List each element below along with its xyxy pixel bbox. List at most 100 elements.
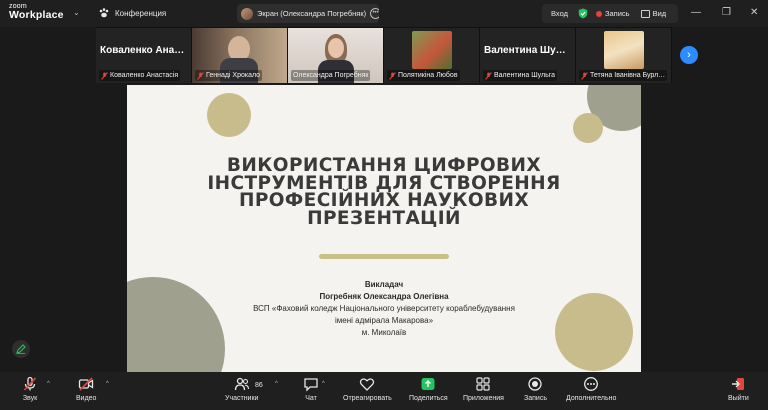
slide-title-line: ВИКОРИСТАННЯ ЦИФРОВИХ [226,155,542,176]
shared-slide: ВИКОРИСТАННЯ ЦИФРОВИХ ІНСТРУМЕНТІВ ДЛЯ С… [127,85,641,373]
mic-off-icon [101,71,108,80]
paw-icon [99,8,109,18]
chat-button[interactable]: Чат [303,376,319,402]
participant-strip: Коваленко Ана… Коваленко Анастасія Генна… [96,27,672,83]
close-icon[interactable]: ✕ [750,6,758,20]
participant-label: Олександра Погребняк [291,70,371,81]
participant-photo [603,31,644,69]
leave-icon [732,378,745,390]
participant-tile[interactable]: Валентина Шу… Валентина Шульга [480,28,575,83]
participants-button[interactable]: Участники [225,376,258,402]
audio-label: Звук [22,395,38,402]
participant-label: Полятикіна Любов [387,70,460,81]
share-label: Поделиться [409,395,448,402]
pencil-icon [16,344,26,354]
more-icon [584,377,599,391]
chevron-up-icon[interactable]: ^ [275,381,278,387]
video-button[interactable]: Видео [76,376,96,402]
chevron-down-icon[interactable]: ⌄ [73,8,80,17]
react-label: Отреагировать [343,395,392,402]
slide-accent-bar [319,254,449,259]
slide-author: Погребняк Олександра Олегівна [319,292,449,301]
apps-icon [476,377,491,391]
record-label: Запись [524,395,547,402]
chat-label: Чат [305,395,317,402]
share-stage: ВИКОРИСТАННЯ ЦИФРОВИХ ІНСТРУМЕНТІВ ДЛЯ С… [0,83,768,373]
participant-label: Тетяна Іванівна Бурл… [579,70,668,81]
restore-icon[interactable]: ❐ [722,6,731,20]
top-controls: Вход Запись Вид [542,4,678,23]
participant-label-text: Полятикіна Любов [398,72,458,79]
annotate-button[interactable] [12,340,30,358]
title-bar: zoom Workplace ⌄ Конференция Экран (Олек… [0,0,768,27]
mic-off-icon [485,71,492,80]
participant-label-text: Коваленко Анастасія [110,72,179,79]
more-button[interactable]: Дополнительно [566,376,616,402]
mic-off-icon [23,376,37,391]
view-label: Вид [652,9,667,18]
next-page-button[interactable]: › [680,46,698,64]
participant-name-large: Валентина Шу… [484,45,566,56]
participant-tile[interactable]: Полятикіна Любов [384,28,479,83]
share-arrow-icon [421,378,435,390]
share-banner[interactable]: Экран (Олександра Погребняк) ••• [237,4,379,23]
zoom-logo[interactable]: zoom Workplace [9,3,64,21]
leave-label: Выйти [728,395,749,402]
participant-label: Геннаді Хрокало [195,70,263,81]
slide-title: ВИКОРИСТАННЯ ЦИФРОВИХ ІНСТРУМЕНТІВ ДЛЯ С… [167,157,601,227]
participant-label: Коваленко Анастасія [99,70,181,81]
more-label: Дополнительно [566,395,617,402]
slide-title-line: ПРЕЗЕНТАЦІЙ [307,207,461,229]
avatar [241,7,253,20]
react-button[interactable]: Отреагировать [343,376,392,402]
record-dot-icon [595,10,602,17]
heart-icon [360,378,375,391]
participant-label-text: Олександра Погребняк [293,72,369,79]
slide-institution: ВСП «Фаховий коледж Національного універ… [253,304,515,313]
mic-off-icon [197,71,204,80]
slide-credits: Викладач Погребняк Олександра Олегівна В… [187,279,581,339]
decor-circle [573,113,603,143]
video-label: Видео [76,395,97,402]
grid-icon [640,9,650,18]
meeting-info-button[interactable]: Конференция [98,7,166,19]
record-icon [528,377,543,391]
meeting-label: Конференция [115,8,167,18]
meeting-toolbar: Звук ^ Видео ^ Участники 86 ^ Чат ^ Отре… [0,372,768,410]
slide-institution: імені адмірала Макарова» [334,316,434,325]
decor-circle [207,93,251,137]
mic-off-icon [389,71,396,80]
mic-off-icon [581,71,588,80]
participant-tile-active[interactable]: Олександра Погребняк [288,28,383,83]
minimize-icon[interactable]: — [691,6,701,20]
participant-name-large: Коваленко Ана… [100,45,185,56]
leave-button[interactable]: Выйти [728,376,749,402]
more-icon[interactable]: ••• [370,8,379,19]
slide-city: м. Миколаїв [361,328,407,337]
chevron-up-icon[interactable]: ^ [322,381,325,387]
enter-button[interactable]: Вход [551,9,568,18]
chevron-up-icon[interactable]: ^ [106,381,109,387]
participant-photo [411,31,452,69]
participant-tile[interactable]: Коваленко Ана… Коваленко Анастасія [96,28,191,83]
audio-button[interactable]: Звук [22,376,38,402]
view-button[interactable]: Вид [640,9,667,18]
chevron-up-icon[interactable]: ^ [47,381,50,387]
record-indicator[interactable]: Запись [595,9,630,18]
people-icon [234,377,249,391]
share-banner-label: Экран (Олександра Погребняк) [257,9,367,18]
share-button[interactable]: Поделиться [409,376,448,402]
participants-label: Участники [225,395,259,402]
person-face [328,38,344,58]
participant-label-text: Тетяна Іванівна Бурл… [590,72,666,79]
brand-large: Workplace [9,9,64,21]
shield-icon[interactable] [578,8,588,19]
participant-tile[interactable]: Геннаді Хрокало [192,28,287,83]
chat-icon [304,378,318,392]
apps-button[interactable]: Приложения [463,376,504,402]
record-button[interactable]: Запись [524,376,547,402]
participant-label-text: Геннаді Хрокало [206,72,261,79]
apps-label: Приложения [463,395,504,402]
chevron-right-icon: › [687,49,691,61]
participant-tile[interactable]: Тетяна Іванівна Бурл… [576,28,671,83]
